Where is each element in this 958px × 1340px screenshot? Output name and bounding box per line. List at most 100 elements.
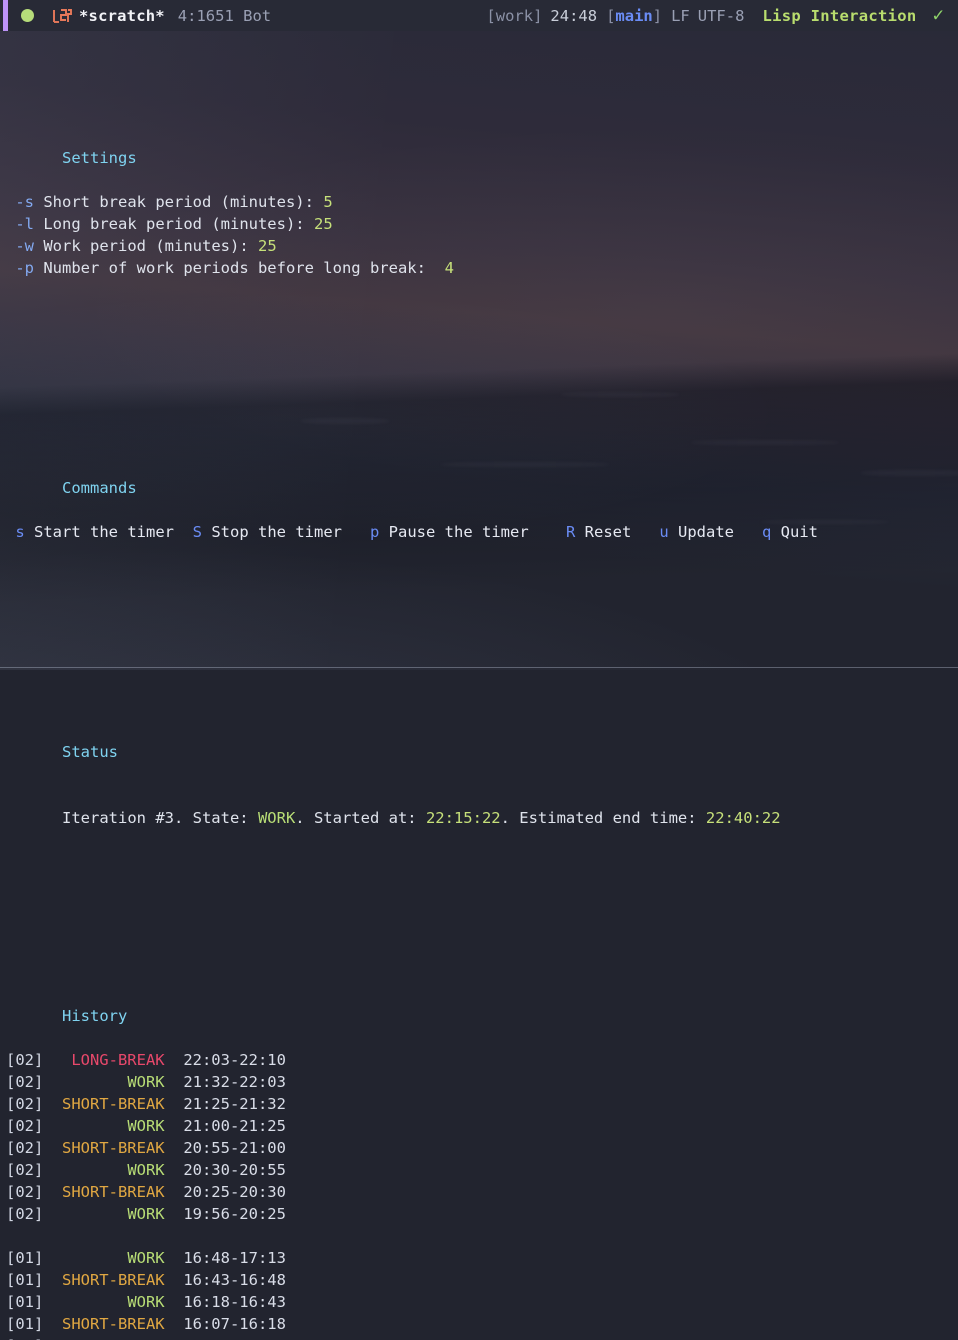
history-row: [02]WORK 21:32-22:03 (6, 1071, 958, 1093)
column-gap (165, 1073, 184, 1091)
check-icon: ✓ (933, 6, 944, 25)
command-key: u (659, 523, 668, 541)
history-row: [01]SHORT-BREAK 16:07-16:18 (6, 1313, 958, 1335)
emacs-frame: *scratch* 4:1651 Bot [work] 24:48 [ main… (0, 0, 958, 670)
history-iteration-id: [02] (6, 1117, 43, 1135)
command-label: Pause the timer (379, 523, 528, 541)
spacer-line (6, 873, 958, 895)
lisp-hand-icon (52, 8, 72, 24)
command-gap (631, 521, 659, 543)
major-mode[interactable]: Lisp Interaction (762, 7, 916, 25)
column-gap (165, 1205, 184, 1223)
indent (6, 215, 15, 233)
history-time-range: 21:25-21:32 (183, 1095, 286, 1113)
history-iteration-id: [01] (6, 1293, 43, 1311)
workspace-tag[interactable]: [work] (486, 7, 542, 25)
history-time-range: 15:42-16:07 (183, 1337, 286, 1340)
eol-indicator[interactable]: LF (671, 7, 690, 25)
column-gap (165, 1095, 184, 1113)
commands-heading: Commands (6, 455, 958, 477)
commands-heading-label: Commands (62, 479, 137, 497)
history-iteration-id: [01] (6, 1271, 43, 1289)
command-gap (529, 521, 566, 543)
column-gap (165, 1139, 184, 1157)
status-estimated-text: . Estimated end time: (501, 809, 706, 827)
history-list: [02]LONG-BREAK 22:03-22:10[02]WORK 21:32… (6, 1049, 958, 1340)
buffer-content[interactable]: Settings -s Short break period (minutes)… (0, 31, 958, 1340)
history-row: [02]SHORT-BREAK 21:25-21:32 (6, 1093, 958, 1115)
status-started-at: 22:15:22 (426, 809, 501, 827)
command-key: p (370, 523, 379, 541)
history-time-range: 21:00-21:25 (183, 1117, 286, 1135)
history-iteration-id: [01] (6, 1315, 43, 1333)
command-start-the-timer[interactable]: s Start the timer (15, 523, 174, 541)
commands-list: s Start the timer S Stop the timer p Pau… (6, 521, 958, 543)
history-state: SHORT-BREAK (43, 1093, 164, 1115)
settings-label: Long break period (minutes): (34, 215, 314, 233)
settings-value: 25 (258, 237, 277, 255)
settings-heading-label: Settings (62, 149, 137, 167)
clock: 24:48 (550, 7, 597, 25)
command-label: Update (669, 523, 734, 541)
encoding-indicator[interactable]: UTF-8 (698, 7, 745, 25)
column-gap (165, 1117, 184, 1135)
buffer-name[interactable]: *scratch* (79, 7, 165, 25)
history-time-range: 20:55-21:00 (183, 1139, 286, 1157)
history-time-range: 21:32-22:03 (183, 1073, 286, 1091)
spacer-line (6, 609, 958, 631)
status-heading: Status (6, 719, 958, 741)
status-state: WORK (258, 809, 295, 827)
command-pause-the-timer[interactable]: p Pause the timer (370, 523, 529, 541)
vc-branch[interactable]: main (615, 7, 652, 25)
history-state: SHORT-BREAK (43, 1313, 164, 1335)
history-state: WORK (43, 1291, 164, 1313)
history-state: SHORT-BREAK (43, 1269, 164, 1291)
history-row: [01]WORK 16:18-16:43 (6, 1291, 958, 1313)
column-gap (165, 1249, 184, 1267)
history-group-separator (6, 1225, 958, 1247)
history-time-range: 16:18-16:43 (183, 1293, 286, 1311)
command-label: Reset (575, 523, 631, 541)
command-update[interactable]: u Update (659, 523, 734, 541)
column-gap (165, 1337, 184, 1340)
settings-list: -s Short break period (minutes): 5 -l Lo… (6, 191, 958, 279)
settings-value: 25 (314, 215, 333, 233)
history-iteration-id: [01] (6, 1337, 43, 1340)
history-heading-label: History (62, 1007, 127, 1025)
command-quit[interactable]: q Quit (762, 523, 818, 541)
history-row: [02]LONG-BREAK 22:03-22:10 (6, 1049, 958, 1071)
settings-heading: Settings (6, 125, 958, 147)
settings-row: -l Long break period (minutes): 25 (6, 213, 958, 235)
status-heading-label: Status (62, 743, 118, 761)
settings-value: 5 (323, 193, 332, 211)
settings-label: Short break period (minutes): (34, 193, 323, 211)
history-iteration-id: [02] (6, 1183, 43, 1201)
command-gap (174, 521, 193, 543)
settings-row: -p Number of work periods before long br… (6, 257, 958, 279)
history-state: SHORT-BREAK (43, 1137, 164, 1159)
history-row: [02]SHORT-BREAK 20:25-20:30 (6, 1181, 958, 1203)
vc-bracket-close: ] (653, 7, 662, 25)
history-state: WORK (43, 1203, 164, 1225)
command-reset[interactable]: R Reset (566, 523, 631, 541)
command-gap (734, 521, 762, 543)
history-iteration-id: [02] (6, 1139, 43, 1157)
command-label: Start the timer (25, 523, 174, 541)
command-stop-the-timer[interactable]: S Stop the timer (193, 523, 342, 541)
status-dot-icon (21, 9, 34, 22)
history-row: [02]SHORT-BREAK 20:55-21:00 (6, 1137, 958, 1159)
history-state: WORK (43, 1115, 164, 1137)
history-time-range: 16:43-16:48 (183, 1271, 286, 1289)
status-iteration-text: Iteration #3. State: (62, 809, 258, 827)
column-gap (165, 1315, 184, 1333)
indent (6, 237, 15, 255)
history-iteration-id: [02] (6, 1205, 43, 1223)
modeline-accent-bar (3, 0, 8, 31)
settings-label: Work period (minutes): (34, 237, 258, 255)
column-gap (165, 1183, 184, 1201)
history-time-range: 19:56-20:25 (183, 1205, 286, 1223)
command-key: s (15, 523, 24, 541)
settings-row: -w Work period (minutes): 25 (6, 235, 958, 257)
window-divider (0, 667, 958, 668)
column-gap (165, 1293, 184, 1311)
